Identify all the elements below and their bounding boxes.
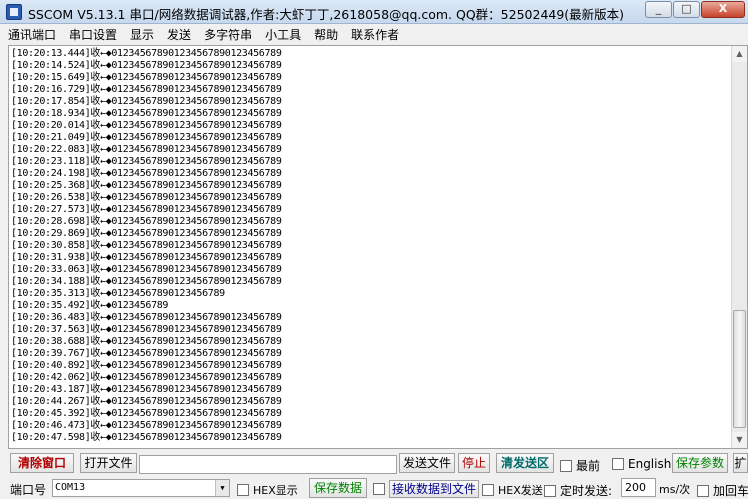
log-line: [10:20:23.118]收←◆01234567890123456789012… — [11, 156, 282, 167]
receive-log-area[interactable]: [10:20:13.444]收←◆01234567890123456789012… — [8, 45, 748, 449]
menu-item-serial-settings[interactable]: 串口设置 — [69, 26, 117, 43]
port-select-value: COM13 — [55, 482, 86, 493]
menu-item-contact-author[interactable]: 联系作者 — [351, 26, 399, 43]
log-line: [10:20:28.698]收←◆01234567890123456789012… — [11, 216, 282, 227]
window-controls: _ □ X — [645, 1, 745, 19]
send-file-button[interactable]: 发送文件 — [399, 453, 455, 473]
receive-log-lines: [10:20:13.444]收←◆01234567890123456789012… — [11, 48, 282, 444]
timed-send-label: 定时发送: — [560, 484, 613, 498]
app-icon — [6, 4, 22, 20]
minimize-button[interactable]: _ — [645, 1, 672, 18]
log-line: [10:20:26.538]收←◆01234567890123456789012… — [11, 192, 282, 203]
topmost-label: 最前 — [576, 459, 601, 473]
log-line: [10:20:20.014]收←◆01234567890123456789012… — [11, 120, 282, 131]
port-toolbar: 端口号 COM13 ▼ HEX显示 保存数据 接收数据到文件 HEX发送 定时发… — [0, 478, 748, 499]
receive-to-file-button[interactable]: 接收数据到文件 — [389, 480, 480, 498]
port-select[interactable]: COM13 ▼ — [52, 479, 230, 497]
topmost-checkbox[interactable]: 最前 — [560, 457, 600, 474]
log-line: [10:20:46.473]收←◆01234567890123456789012… — [11, 420, 282, 431]
hex-display-label: HEX显示 — [253, 484, 298, 497]
log-line: [10:20:47.598]收←◆01234567890123456789012… — [11, 432, 282, 443]
send-interval-input[interactable]: 200 — [621, 478, 656, 497]
timed-send-checkbox-box[interactable] — [544, 484, 556, 497]
log-line: [10:20:45.392]收←◆01234567890123456789012… — [11, 408, 282, 419]
clear-send-area-button[interactable]: 清发送区 — [496, 453, 554, 473]
expand-button[interactable]: 扩 — [733, 453, 748, 473]
log-line: [10:20:31.938]收←◆01234567890123456789012… — [11, 252, 282, 263]
send-file-path-input[interactable] — [139, 455, 397, 474]
english-checkbox-box[interactable] — [612, 458, 624, 470]
topmost-checkbox-box[interactable] — [560, 459, 572, 472]
log-line: [10:20:16.729]收←◆01234567890123456789012… — [11, 84, 282, 95]
add-crlf-checkbox[interactable]: 加回车 — [697, 482, 748, 499]
scroll-up-arrow-icon[interactable]: ▲ — [732, 46, 747, 62]
log-line: [10:20:38.688]收←◆01234567890123456789012… — [11, 336, 282, 347]
close-button[interactable]: X — [701, 1, 745, 18]
chevron-down-icon[interactable]: ▼ — [215, 480, 229, 496]
log-line: [10:20:21.049]收←◆01234567890123456789012… — [11, 132, 282, 143]
log-line: [10:20:36.483]收←◆01234567890123456789012… — [11, 312, 282, 323]
log-line: [10:20:22.083]收←◆01234567890123456789012… — [11, 144, 282, 155]
log-line: [10:20:39.767]收←◆01234567890123456789012… — [11, 348, 282, 359]
receive-to-file-checkbox[interactable]: 接收数据到文件 — [373, 480, 480, 498]
hex-display-checkbox-box[interactable] — [237, 484, 249, 496]
log-line: [10:20:29.869]收←◆01234567890123456789012… — [11, 228, 282, 239]
log-line: [10:20:42.062]收←◆01234567890123456789012… — [11, 372, 282, 383]
log-line: [10:20:13.444]收←◆01234567890123456789012… — [11, 48, 282, 59]
menu-bar: 通讯端口 串口设置 显示 发送 多字符串 小工具 帮助 联系作者 — [0, 24, 748, 45]
log-line: [10:20:40.892]收←◆01234567890123456789012… — [11, 360, 282, 371]
log-line: [10:20:14.524]收←◆01234567890123456789012… — [11, 60, 282, 71]
log-line: [10:20:17.854]收←◆01234567890123456789012… — [11, 96, 282, 107]
receive-to-file-checkbox-box[interactable] — [373, 483, 385, 495]
window-title: SSCOM V5.13.1 串口/网络数据调试器,作者:大虾丁丁,2618058… — [28, 7, 625, 22]
add-crlf-label: 加回车 — [713, 484, 748, 498]
save-params-button[interactable]: 保存参数 — [672, 453, 728, 473]
log-line: [10:20:25.368]收←◆01234567890123456789012… — [11, 180, 282, 191]
english-checkbox[interactable]: English — [612, 457, 671, 471]
log-line: [10:20:37.563]收←◆01234567890123456789012… — [11, 324, 282, 335]
stop-button[interactable]: 停止 — [458, 453, 490, 473]
log-line: [10:20:43.187]收←◆01234567890123456789012… — [11, 384, 282, 395]
log-line: [10:20:35.492]收←◆0123456789 — [11, 300, 169, 311]
title-bar: SSCOM V5.13.1 串口/网络数据调试器,作者:大虾丁丁,2618058… — [0, 0, 748, 24]
hex-send-label: HEX发送 — [498, 484, 543, 497]
log-line: [10:20:18.934]收←◆01234567890123456789012… — [11, 108, 282, 119]
english-label: English — [628, 457, 672, 471]
menu-item-display[interactable]: 显示 — [130, 26, 154, 43]
log-line: [10:20:35.313]收←◆01234567890123456789 — [11, 288, 225, 299]
open-file-button[interactable]: 打开文件 — [80, 453, 137, 473]
send-toolbar: 清除窗口 打开文件 发送文件 停止 清发送区 最前 English 保存参数 扩 — [0, 453, 748, 475]
timed-send-checkbox[interactable]: 定时发送: — [544, 482, 612, 499]
menu-item-comm-port[interactable]: 通讯端口 — [8, 26, 56, 43]
menu-item-send[interactable]: 发送 — [167, 26, 191, 43]
menu-item-tools[interactable]: 小工具 — [265, 26, 301, 43]
maximize-button[interactable]: □ — [673, 1, 700, 18]
menu-item-help[interactable]: 帮助 — [314, 26, 338, 43]
log-line: [10:20:15.649]收←◆01234567890123456789012… — [11, 72, 282, 83]
hex-send-checkbox[interactable]: HEX发送 — [482, 482, 543, 498]
menu-item-multi-string[interactable]: 多字符串 — [204, 26, 252, 43]
clear-window-button[interactable]: 清除窗口 — [10, 453, 74, 473]
port-label: 端口号 — [10, 483, 47, 497]
hex-display-checkbox[interactable]: HEX显示 — [237, 482, 298, 498]
interval-unit-label: ms/次 — [659, 483, 691, 496]
hex-send-checkbox-box[interactable] — [482, 484, 494, 496]
log-line: [10:20:30.858]收←◆01234567890123456789012… — [11, 240, 282, 251]
log-line: [10:20:44.267]收←◆01234567890123456789012… — [11, 396, 282, 407]
log-line: [10:20:33.063]收←◆01234567890123456789012… — [11, 264, 282, 275]
vertical-scrollbar[interactable]: ▲ ▼ — [731, 46, 747, 448]
scroll-down-arrow-icon[interactable]: ▼ — [732, 432, 747, 448]
log-line: [10:20:34.188]收←◆01234567890123456789012… — [11, 276, 282, 287]
add-crlf-checkbox-box[interactable] — [697, 484, 709, 497]
save-data-button[interactable]: 保存数据 — [309, 478, 367, 498]
log-line: [10:20:27.573]收←◆01234567890123456789012… — [11, 204, 282, 215]
log-line: [10:20:24.198]收←◆01234567890123456789012… — [11, 168, 282, 179]
scrollbar-thumb[interactable] — [733, 310, 746, 428]
